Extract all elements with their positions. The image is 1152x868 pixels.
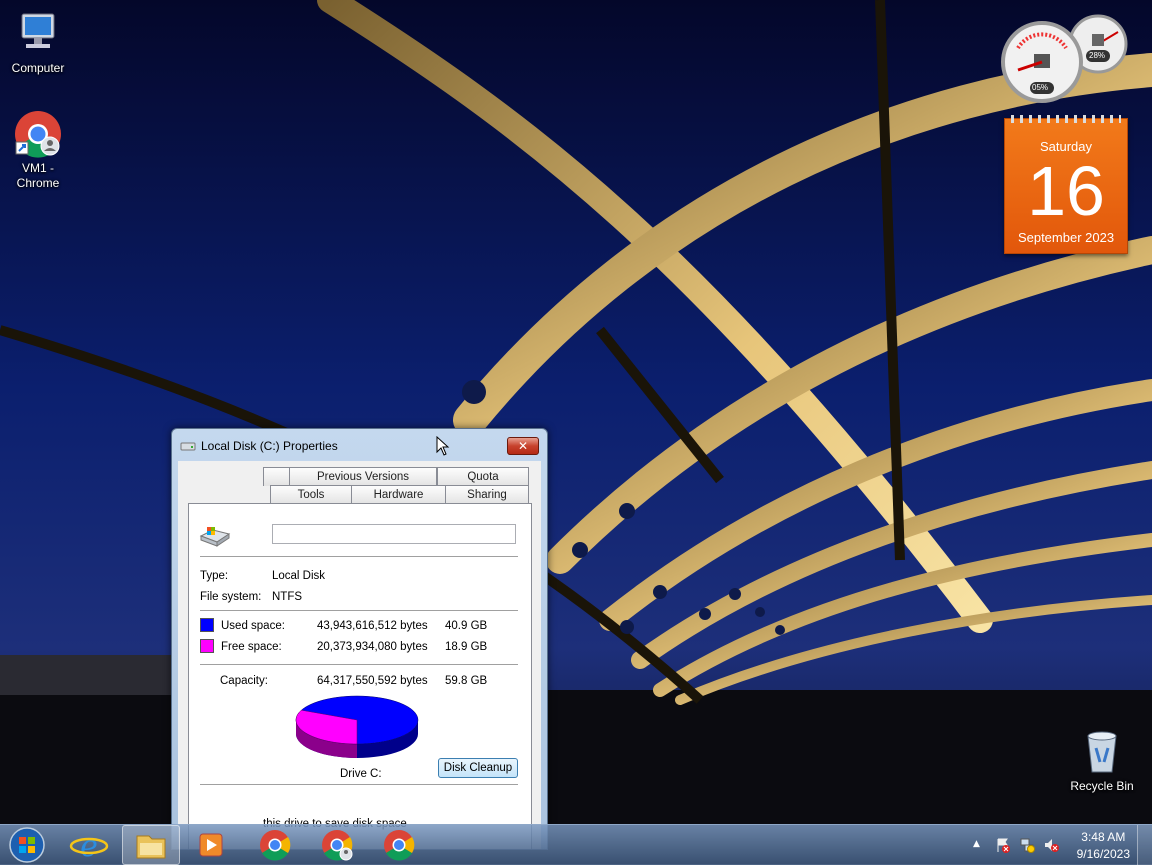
volume-name-input[interactable] [272,524,516,544]
separator [200,610,518,611]
used-space-bytes: 43,943,616,512 bytes [317,620,428,632]
internet-explorer-icon: e [69,829,109,864]
tray-date: 9/16/2023 [1076,847,1130,861]
taskbar: e ▲ 3:48 AM 9/16/2023 [0,824,1152,865]
free-space-bytes: 20,373,934,080 bytes [317,641,428,653]
svg-text:e: e [80,829,98,864]
separator [200,556,518,557]
taskbar-media-player[interactable] [183,825,241,865]
window-titlebar[interactable]: Local Disk (C:) Properties ✕ [172,429,547,461]
desktop-icon-vm1-chrome[interactable]: VM1 - Chrome [0,110,76,191]
separator [200,784,518,785]
file-system-label: File system: [200,591,262,603]
used-space-gb: 40.9 GB [445,620,488,632]
window-client-area: Previous Versions Quota Tools Hardware S… [178,461,541,849]
computer-icon [14,10,62,58]
taskbar-chrome-1[interactable] [246,825,304,865]
chrome-profile-icon [322,830,353,861]
drive-large-icon [199,527,231,547]
taskbar-chrome-2[interactable] [308,825,366,865]
taskbar-windows-explorer[interactable] [122,825,180,865]
capacity-gb: 59.8 GB [445,675,488,687]
cpu-meter-gadget[interactable]: 05% 28% [1000,8,1130,104]
tray-time: 3:48 AM [1081,830,1126,844]
chrome-icon [384,830,415,861]
windows-logo-icon [9,827,45,863]
desktop-icon-label: Computer [11,61,65,75]
start-button[interactable] [2,825,52,865]
taskbar-internet-explorer[interactable]: e [60,825,118,865]
calendar-rings [1011,115,1121,123]
chrome-icon [260,830,291,861]
chrome-shortcut-icon [14,110,62,158]
tray-overflow-arrow[interactable]: ▲ [973,839,980,849]
tab-tools[interactable]: Tools [270,485,352,504]
type-label: Type: [200,570,229,582]
desktop-icon-label: Recycle Bin [1070,779,1134,793]
show-desktop-button[interactable] [1137,825,1152,865]
calendar-gadget[interactable]: Saturday 16 September 2023 [1004,115,1128,254]
tab-sharing[interactable]: Sharing [445,485,529,504]
used-space-label: Used space: [221,620,285,632]
calendar-day-number: 16 [1027,152,1105,230]
taskbar-chrome-3[interactable] [370,825,428,865]
general-tab-panel: Type: Local Disk File system: NTFS Used … [188,503,532,849]
used-space-swatch [200,618,214,632]
recycle-bin-icon [1078,728,1126,776]
tab-hardware[interactable]: Hardware [351,485,446,504]
tray-clock[interactable]: 3:48 AM 9/16/2023 [1077,829,1130,863]
disk-properties-window[interactable]: Local Disk (C:) Properties ✕ Previous Ve… [171,428,548,850]
calendar-month-year: September 2023 [1017,230,1115,245]
tab-hidden-left[interactable] [263,467,290,486]
free-space-label: Free space: [221,641,282,653]
free-space-swatch [200,639,214,653]
mouse-cursor-icon [436,436,450,456]
cpu-percent: 05% [1032,83,1049,92]
separator [200,664,518,665]
disk-cleanup-button[interactable]: Disk Cleanup [438,758,518,778]
desktop-icon-recycle-bin[interactable]: Recycle Bin [1064,728,1140,794]
file-system-value: NTFS [272,591,303,603]
drive-icon [180,442,196,451]
desktop-icon-label: VM1 - Chrome [16,161,60,190]
type-value: Local Disk [272,570,326,582]
media-player-icon [199,833,223,857]
tab-previous-versions[interactable]: Previous Versions [289,467,437,486]
window-title: Local Disk (C:) Properties [201,439,338,453]
capacity-bytes: 64,317,550,592 bytes [317,675,428,687]
disk-usage-pie [295,695,419,758]
close-button[interactable]: ✕ [507,437,539,455]
tab-quota[interactable]: Quota [437,467,529,486]
tab-general-selected[interactable] [178,461,263,505]
capacity-label: Capacity: [220,675,268,687]
folder-icon [136,835,166,859]
drive-label: Drive C: [340,768,382,780]
volume-muted-icon[interactable] [1043,837,1059,853]
memory-percent: 28% [1089,51,1106,60]
network-icon[interactable] [1019,837,1035,853]
free-space-gb: 18.9 GB [445,641,488,653]
action-center-flag-icon[interactable] [995,837,1011,853]
desktop-icon-computer[interactable]: Computer [0,10,76,76]
